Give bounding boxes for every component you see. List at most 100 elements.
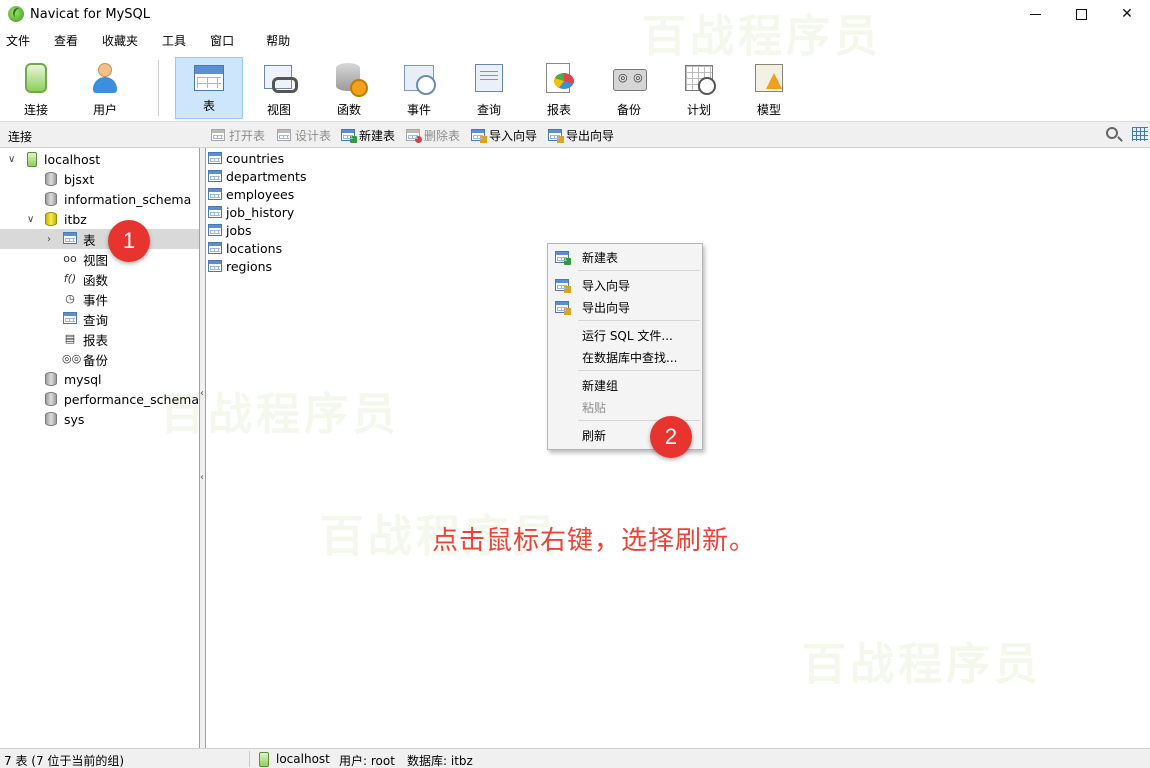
tree-node-label: 视图 <box>83 252 109 268</box>
toolbar-function-button[interactable]: 函数 <box>315 58 383 118</box>
tree-node-label: 表 <box>83 232 96 248</box>
tree-node-backups[interactable]: ◎◎ 备份 <box>0 349 199 369</box>
status-database: 数据库: itbz <box>407 754 473 768</box>
menu-item-run-sql-file[interactable]: 运行 SQL 文件... <box>550 324 700 346</box>
menu-window[interactable]: 窗口 <box>202 28 242 54</box>
menu-item-import-wizard[interactable]: 导入向导 <box>550 274 700 296</box>
menu-file[interactable]: 文件 <box>0 28 38 54</box>
toolbar-table-button[interactable]: 表 <box>175 57 243 119</box>
toolbar-connection-button[interactable]: 连接 <box>2 58 70 118</box>
menu-item-new-group[interactable]: 新建组 <box>550 374 700 396</box>
toolbar-view-button[interactable]: 视图 <box>245 58 313 118</box>
minimize-button[interactable] <box>1012 0 1058 28</box>
chevron-right-icon[interactable]: › <box>47 234 51 245</box>
step-marker-1: 1 <box>108 220 150 262</box>
new-table-icon <box>555 251 571 265</box>
toolbar-schedule-button[interactable]: 计划 <box>665 58 733 118</box>
toolbar-label: 报表 <box>546 103 571 117</box>
toolbar-label: 表 <box>202 99 215 113</box>
toolbar-report-button[interactable]: 报表 <box>525 58 593 118</box>
close-button[interactable]: ✕ <box>1104 0 1150 28</box>
import-wizard-button[interactable]: 导入向导 <box>471 126 537 144</box>
database-name: itbz <box>64 211 87 227</box>
export-wizard-label: 导出向导 <box>566 128 615 143</box>
table-icon <box>208 224 222 236</box>
toolbar-query-button[interactable]: 查询 <box>455 58 523 118</box>
table-icon <box>208 206 222 218</box>
tree-node-events[interactable]: ◷ 事件 <box>0 289 199 309</box>
menu-item-new-table[interactable]: 新建表 <box>550 246 700 268</box>
connection-icon <box>19 61 53 95</box>
toolbar-user-button[interactable]: 用户 <box>71 58 139 118</box>
tree-database-bjsxt[interactable]: bjsxt <box>0 169 199 189</box>
design-table-button[interactable]: 设计表 <box>277 126 331 144</box>
toolbar-model-button[interactable]: 模型 <box>735 58 803 118</box>
table-item[interactable]: departments <box>208 167 306 185</box>
tree-database-information-schema[interactable]: information_schema <box>0 189 199 209</box>
tree-node-queries[interactable]: 查询 <box>0 309 199 329</box>
menu-favorites[interactable]: 收藏夹 <box>94 28 146 54</box>
delete-table-label: 删除表 <box>424 128 461 143</box>
window-title: Navicat for MySQL <box>30 6 150 22</box>
chevron-down-icon[interactable]: ∨ <box>8 154 15 165</box>
delete-table-button[interactable]: 删除表 <box>406 126 460 144</box>
toolbar-event-button[interactable]: 事件 <box>385 58 453 118</box>
menu-item-paste[interactable]: 粘贴 <box>550 396 700 418</box>
open-table-button[interactable]: 打开表 <box>211 126 265 144</box>
export-wizard-button[interactable]: 导出向导 <box>548 126 614 144</box>
new-table-label: 新建表 <box>359 128 396 143</box>
tree-node-label: 函数 <box>83 272 109 288</box>
tree-database-itbz[interactable]: ∨ itbz <box>0 209 199 229</box>
menu-item-export-wizard[interactable]: 导出向导 <box>550 296 700 318</box>
tree-node-functions[interactable]: f() 函数 <box>0 269 199 289</box>
database-icon <box>45 372 57 386</box>
search-icon[interactable] <box>1106 127 1118 139</box>
navicat-logo-icon <box>8 6 24 22</box>
backup-icon: ◎◎ <box>62 352 82 365</box>
tree-node-tables[interactable]: › 表 <box>0 229 199 249</box>
table-name: regions <box>226 258 273 274</box>
tree-connection-localhost[interactable]: ∨ localhost <box>0 149 199 169</box>
menu-item-find-in-database[interactable]: 在数据库中查找... <box>550 346 700 368</box>
menu-help[interactable]: 帮助 <box>258 28 298 54</box>
database-open-icon <box>45 212 57 226</box>
tree-node-views[interactable]: oo 视图 <box>0 249 199 269</box>
open-table-label: 打开表 <box>229 128 266 143</box>
database-name: mysql <box>64 371 102 387</box>
table-item[interactable]: locations <box>208 239 282 257</box>
connection-icon <box>256 752 270 767</box>
object-toolbar: 连接 打开表 设计表 新建表 删除表 导入向导 导出向导 <box>0 122 1150 148</box>
new-table-button[interactable]: 新建表 <box>341 126 395 144</box>
watermark: 百战程序员 <box>802 639 1042 690</box>
menu-item-label: 粘贴 <box>582 400 607 415</box>
status-user: 用户: root <box>339 754 395 768</box>
function-icon <box>332 61 368 97</box>
table-icon <box>208 170 222 182</box>
menu-item-label: 在数据库中查找... <box>582 350 678 365</box>
table-item[interactable]: countries <box>208 149 284 167</box>
table-item[interactable]: job_history <box>208 203 294 221</box>
table-item[interactable]: jobs <box>208 221 252 239</box>
maximize-button[interactable] <box>1058 0 1104 28</box>
tree-node-label: 查询 <box>83 312 109 328</box>
menu-separator <box>578 270 700 271</box>
tree-node-reports[interactable]: ▤ 报表 <box>0 329 199 349</box>
menu-tools[interactable]: 工具 <box>154 28 194 54</box>
table-item[interactable]: employees <box>208 185 294 203</box>
toolbar-label: 连接 <box>23 103 48 117</box>
status-connection: localhost <box>256 752 330 767</box>
grid-view-icon[interactable] <box>1132 127 1148 141</box>
export-icon <box>555 301 571 315</box>
menu-view[interactable]: 查看 <box>46 28 86 54</box>
toolbar-backup-button[interactable]: 备份 <box>595 58 663 118</box>
table-name: jobs <box>226 222 252 238</box>
status-bar: 7 表 (7 位于当前的组) localhost 用户: root 数据库: i… <box>0 748 1150 768</box>
database-icon <box>45 392 57 406</box>
close-icon: ✕ <box>1121 6 1133 22</box>
toolbar-label: 查询 <box>476 103 501 117</box>
chevron-down-icon[interactable]: ∨ <box>27 214 34 225</box>
status-object-count: 7 表 (7 位于当前的组) <box>4 754 125 768</box>
table-item[interactable]: regions <box>208 257 272 275</box>
annotation-text: 点击鼠标右键，选择刷新。 <box>432 526 757 556</box>
watermark: 百战程序员 <box>642 11 882 62</box>
